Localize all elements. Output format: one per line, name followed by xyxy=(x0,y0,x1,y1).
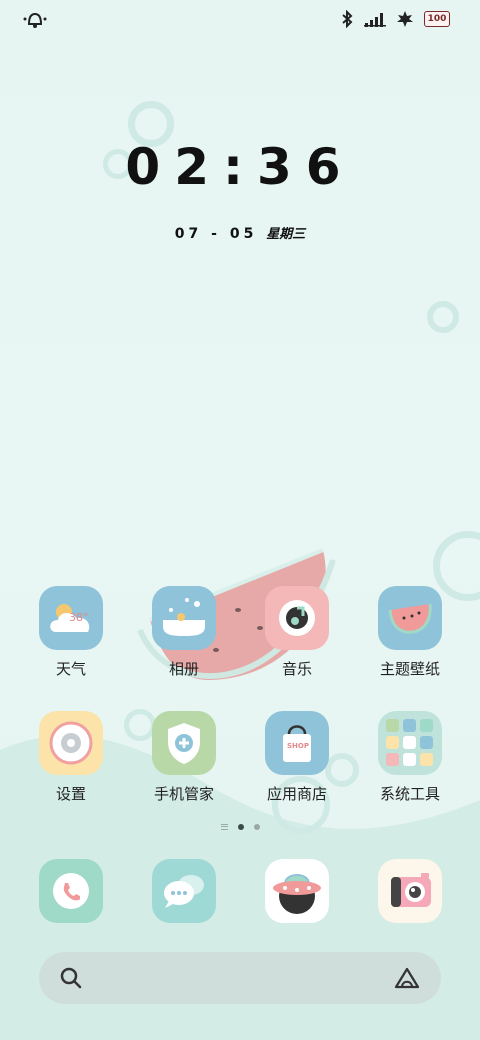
app-phone-manager[interactable]: 手机管家 xyxy=(129,711,239,804)
status-bar: 100 xyxy=(0,0,480,40)
weekday-text: 星期三 xyxy=(266,227,306,242)
weather-icon: 38° xyxy=(39,586,103,650)
bluetooth-icon xyxy=(342,10,353,28)
app-label: 相册 xyxy=(168,660,199,678)
page-dot-active xyxy=(237,824,244,830)
weather-temp: 38° xyxy=(69,611,89,624)
deco-ring xyxy=(427,301,459,333)
theme-wallpaper-icon xyxy=(378,586,442,650)
signal-icon xyxy=(364,13,386,27)
gallery-icon xyxy=(152,586,216,650)
camera-icon xyxy=(391,873,431,907)
messages-icon xyxy=(164,875,204,908)
settings-icon xyxy=(39,711,103,775)
app-gallery[interactable]: 相册 xyxy=(129,586,239,679)
clock-date[interactable]: 07 - 05 星期三 xyxy=(0,223,480,242)
page-dot xyxy=(253,824,260,830)
bell-icon xyxy=(23,12,47,28)
phone-icon xyxy=(53,873,89,909)
app-label: 设置 xyxy=(55,785,86,803)
system-tools-folder-icon xyxy=(378,711,442,775)
app-label: 手机管家 xyxy=(153,785,214,803)
music-icon xyxy=(265,586,329,650)
app-weather[interactable]: 38° 天气 xyxy=(16,586,126,679)
app-label: 音乐 xyxy=(281,660,312,678)
browser-icon xyxy=(273,874,321,914)
date-text: 07 - 05 xyxy=(174,226,258,242)
battery-level: 100 xyxy=(427,14,447,24)
app-system-tools-folder[interactable]: 系统工具 xyxy=(355,711,465,804)
app-label: 应用商店 xyxy=(266,785,327,803)
search-icon[interactable] xyxy=(59,966,83,990)
app-label: 系统工具 xyxy=(379,785,440,803)
dock-phone[interactable] xyxy=(39,859,103,923)
page-indicator[interactable] xyxy=(0,824,480,830)
search-bar[interactable] xyxy=(39,952,441,1004)
battery-icon: 100 xyxy=(424,11,450,27)
app-store-icon: SHOP xyxy=(265,711,329,775)
app-settings[interactable]: 设置 xyxy=(16,711,126,804)
leaf-icon xyxy=(397,11,413,27)
shop-bag-text: SHOP xyxy=(287,742,309,750)
app-label: 天气 xyxy=(55,660,86,678)
app-music[interactable]: 音乐 xyxy=(242,586,352,679)
dock-browser[interactable] xyxy=(265,859,329,923)
menu-lines-icon xyxy=(220,824,228,830)
app-app-store[interactable]: SHOP 应用商店 xyxy=(242,711,352,804)
app-label: 主题壁纸 xyxy=(379,660,440,678)
clock-time[interactable]: 02:36 xyxy=(0,138,480,196)
app-theme-wallpaper[interactable]: 主题壁纸 xyxy=(355,586,465,679)
assistant-icon[interactable] xyxy=(393,966,421,990)
dock-camera[interactable] xyxy=(378,859,442,923)
status-right: 100 xyxy=(340,10,450,28)
phone-manager-icon xyxy=(152,711,216,775)
dock-messages[interactable] xyxy=(152,859,216,923)
status-left xyxy=(22,10,48,34)
